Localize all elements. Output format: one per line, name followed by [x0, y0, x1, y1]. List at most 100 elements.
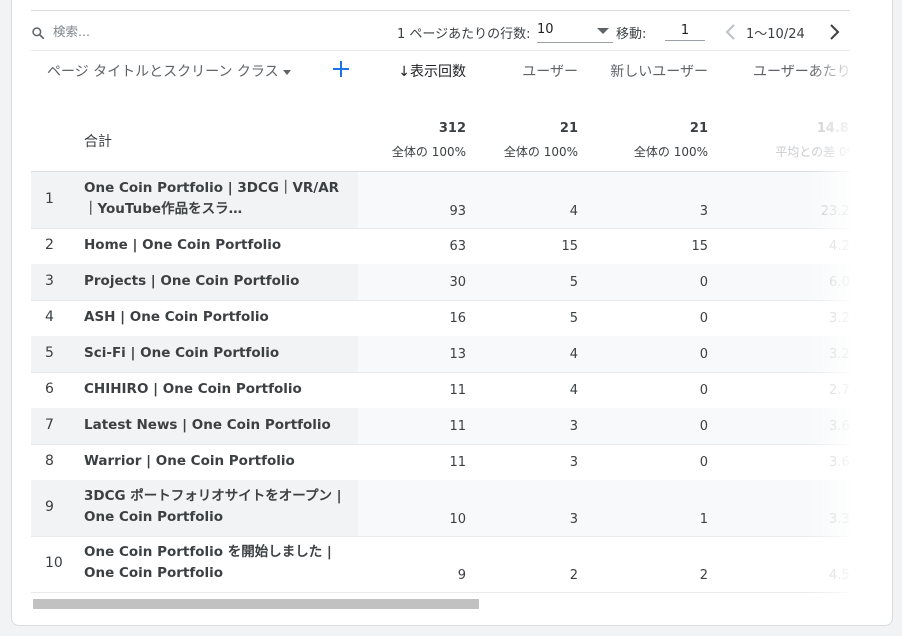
next-page-button[interactable]: [823, 20, 845, 44]
users-cell: 5: [569, 275, 578, 290]
views-cell: 93: [449, 204, 466, 219]
search-input[interactable]: [53, 20, 253, 42]
page-title-cell[interactable]: Projects | One Coin Portfolio: [84, 271, 344, 292]
total-new-users-percent: 全体の 100%: [633, 145, 708, 159]
views-per-user-cell: 4.50: [829, 568, 850, 583]
users-cell: 4: [569, 383, 578, 398]
page-title-cell[interactable]: Sci-Fi | One Coin Portfolio: [84, 343, 344, 364]
totals-label: 合計: [84, 134, 112, 150]
row-number: 4: [45, 309, 54, 325]
users-cell: 3: [569, 419, 578, 434]
views-cell: 13: [449, 347, 466, 362]
page-title-cell[interactable]: One Coin Portfolio | 3DCG｜VR/AR｜YouTube作…: [84, 178, 344, 220]
table-row: 10 One Coin Portfolio を開始しました | One Coin …: [31, 536, 850, 593]
users-cell: 4: [569, 204, 578, 219]
data-table: ページ タイトルとスクリーン クラス ↓表示回数 ユーザー 新しいユーザー ユー…: [31, 51, 850, 593]
views-cell: 11: [449, 383, 466, 398]
users-header[interactable]: ユーザー: [488, 61, 578, 81]
new-users-header[interactable]: 新しいユーザー: [578, 61, 708, 81]
views-per-user-header[interactable]: ユーザーあたり: [753, 61, 850, 81]
total-views-per-user-diff: 平均との差 0%: [775, 145, 850, 159]
views-per-user-cell: 3.33: [829, 512, 850, 527]
views-per-user-cell: 4.20: [829, 239, 850, 254]
page-title-cell[interactable]: CHIHIRO | One Coin Portfolio: [84, 379, 344, 400]
total-users-percent: 全体の 100%: [503, 145, 578, 159]
row-number: 8: [45, 453, 54, 469]
row-number: 9: [45, 499, 54, 515]
views-per-user-cell: 23.25: [820, 204, 850, 219]
total-new-users: 21: [689, 121, 708, 136]
users-cell: 5: [569, 311, 578, 326]
page-title-cell[interactable]: Home | One Coin Portfolio: [84, 235, 344, 256]
new-users-cell: 2: [699, 568, 708, 583]
horizontal-scrollbar[interactable]: [33, 599, 852, 609]
views-cell: 16: [449, 311, 466, 326]
table-row: 6 CHIHIRO | One Coin Portfolio 11 4 0 2.75: [31, 372, 850, 409]
table-row: 8 Warrior | One Coin Portfolio 11 3 0 3.67: [31, 444, 850, 481]
row-number: 5: [45, 345, 54, 361]
table-row: 3 Projects | One Coin Portfolio 30 5 0 6.00: [31, 264, 850, 301]
chevron-left-icon: [725, 24, 735, 40]
dropdown-caret-icon: [597, 28, 609, 34]
page-title-cell[interactable]: Warrior | One Coin Portfolio: [84, 451, 344, 472]
table-row: 5 Sci-Fi | One Coin Portfolio 13 4 0 3.25: [31, 336, 850, 373]
table-row: 4 ASH | One Coin Portfolio 16 5 0 3.20: [31, 300, 850, 337]
total-views: 312: [438, 121, 466, 136]
views-cell: 10: [449, 512, 466, 527]
views-per-user-cell: 3.25: [829, 347, 850, 362]
goto-label: 移動:: [616, 27, 647, 42]
top-divider: [31, 10, 850, 11]
dimension-header[interactable]: ページ タイトルとスクリーン クラス: [47, 61, 291, 81]
users-cell: 2: [569, 568, 578, 583]
rows-per-page-value: 10: [537, 22, 554, 37]
plus-icon: [333, 61, 349, 77]
chevron-right-icon: [830, 24, 840, 40]
add-dimension-button[interactable]: [329, 57, 353, 81]
rows-per-page-label: 1 ページあたりの行数:: [397, 27, 531, 42]
views-per-user-cell: 3.20: [829, 311, 850, 326]
goto-page-input[interactable]: [665, 20, 705, 41]
new-users-cell: 3: [699, 204, 708, 219]
views-per-user-cell: 2.75: [829, 383, 850, 398]
views-cell: 30: [449, 275, 466, 290]
views-per-user-cell: 6.00: [829, 275, 850, 290]
views-header[interactable]: ↓表示回数: [376, 61, 466, 81]
page-title-cell[interactable]: Latest News | One Coin Portfolio: [84, 415, 344, 436]
totals-row: 合計 312 全体の 100% 21 全体の 100% 21 全体の 100% …: [31, 111, 850, 171]
views-cell: 63: [449, 239, 466, 254]
page-title-cell[interactable]: ASH | One Coin Portfolio: [84, 307, 344, 328]
new-users-cell: 1: [699, 512, 708, 527]
search-icon: [31, 25, 47, 41]
row-number: 3: [45, 273, 54, 289]
row-number: 10: [45, 555, 63, 571]
page-title-cell[interactable]: 3DCG ポートフォリオサイトをオープン | One Coin Portfoli…: [84, 486, 344, 528]
new-users-cell: 0: [699, 311, 708, 326]
new-users-cell: 0: [699, 455, 708, 470]
page-title-cell[interactable]: One Coin Portfolio を開始しました | One Coin Po…: [84, 542, 344, 584]
new-users-cell: 0: [699, 275, 708, 290]
scrollbar-thumb[interactable]: [33, 599, 479, 609]
table-toolbar: 1 ページあたりの行数: 10 移動: 1〜10/24: [31, 12, 850, 50]
dimension-header-label: ページ タイトルとスクリーン クラス: [47, 64, 279, 80]
users-cell: 4: [569, 347, 578, 362]
row-number: 6: [45, 381, 54, 397]
views-cell: 11: [449, 419, 466, 434]
total-views-percent: 全体の 100%: [391, 145, 466, 159]
table-row: 7 Latest News | One Coin Portfolio 11 3 0 3.6…: [31, 408, 850, 445]
new-users-cell: 0: [699, 383, 708, 398]
row-number: 7: [45, 417, 54, 433]
table-row: 2 Home | One Coin Portfolio 63 15 15 4.20: [31, 228, 850, 265]
views-per-user-cell: 3.67: [829, 455, 850, 470]
table-row: 9 3DCG ポートフォリオサイトをオープン | One Coin Portfol…: [31, 480, 850, 537]
row-number: 1: [45, 191, 54, 207]
new-users-cell: 0: [699, 419, 708, 434]
users-cell: 3: [569, 455, 578, 470]
new-users-cell: 15: [691, 239, 708, 254]
views-cell: 9: [457, 568, 466, 583]
new-users-cell: 0: [699, 347, 708, 362]
rows-per-page-select[interactable]: 10: [537, 20, 613, 43]
previous-page-button[interactable]: [720, 20, 742, 44]
row-number: 2: [45, 237, 54, 253]
users-cell: 15: [561, 239, 578, 254]
pagination-range: 1〜10/24: [746, 27, 805, 42]
